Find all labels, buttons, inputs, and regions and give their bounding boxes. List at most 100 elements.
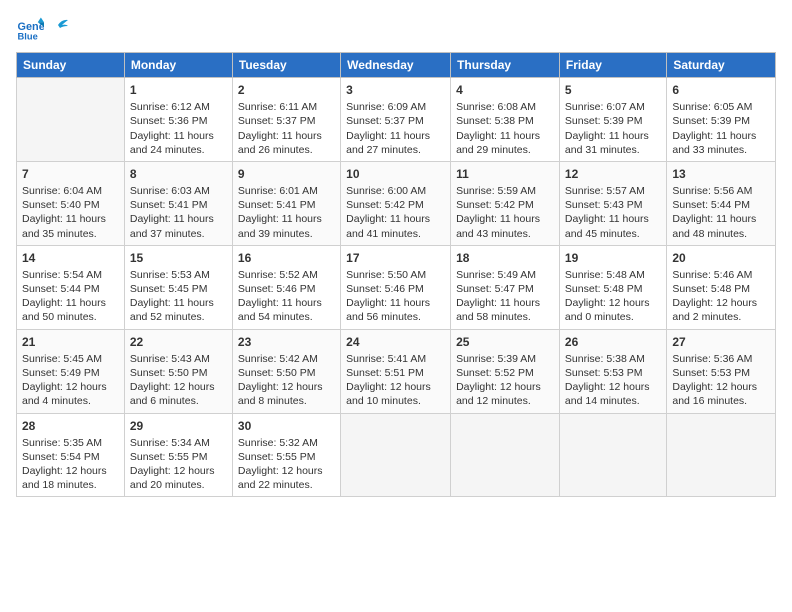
cell-info: Sunrise: 6:01 AM xyxy=(238,184,335,198)
cell-info: Sunset: 5:45 PM xyxy=(130,282,227,296)
calendar-cell: 14Sunrise: 5:54 AMSunset: 5:44 PMDayligh… xyxy=(17,245,125,329)
calendar-cell xyxy=(559,413,666,497)
calendar-cell xyxy=(341,413,451,497)
logo-icon: General Blue xyxy=(16,16,44,44)
cell-info: Sunrise: 5:49 AM xyxy=(456,268,554,282)
cell-info: Sunrise: 5:56 AM xyxy=(672,184,770,198)
cell-info: and 45 minutes. xyxy=(565,227,661,241)
cell-info: Daylight: 11 hours xyxy=(456,296,554,310)
cell-info: Daylight: 11 hours xyxy=(346,129,445,143)
cell-info: Daylight: 11 hours xyxy=(672,129,770,143)
calendar-week-row: 1Sunrise: 6:12 AMSunset: 5:36 PMDaylight… xyxy=(17,78,776,162)
cell-info: Sunset: 5:50 PM xyxy=(130,366,227,380)
cell-date: 4 xyxy=(456,82,554,98)
calendar-cell: 16Sunrise: 5:52 AMSunset: 5:46 PMDayligh… xyxy=(232,245,340,329)
day-header-monday: Monday xyxy=(124,53,232,78)
cell-info: Daylight: 12 hours xyxy=(130,380,227,394)
calendar-cell: 12Sunrise: 5:57 AMSunset: 5:43 PMDayligh… xyxy=(559,161,666,245)
cell-info: Sunset: 5:44 PM xyxy=(22,282,119,296)
cell-date: 30 xyxy=(238,418,335,434)
calendar-week-row: 14Sunrise: 5:54 AMSunset: 5:44 PMDayligh… xyxy=(17,245,776,329)
cell-info: Sunrise: 5:50 AM xyxy=(346,268,445,282)
calendar-cell: 4Sunrise: 6:08 AMSunset: 5:38 PMDaylight… xyxy=(451,78,560,162)
cell-date: 19 xyxy=(565,250,661,266)
cell-info: and 56 minutes. xyxy=(346,310,445,324)
cell-info: and 41 minutes. xyxy=(346,227,445,241)
cell-info: Sunrise: 5:59 AM xyxy=(456,184,554,198)
cell-info: Sunset: 5:47 PM xyxy=(456,282,554,296)
calendar-cell: 17Sunrise: 5:50 AMSunset: 5:46 PMDayligh… xyxy=(341,245,451,329)
calendar-cell: 21 Sunrise: 5:45 AMSunset: 5:49 PMDayligh… xyxy=(17,329,125,413)
cell-info: Sunset: 5:43 PM xyxy=(565,198,661,212)
cell-info: Sunset: 5:55 PM xyxy=(238,450,335,464)
cell-date: 15 xyxy=(130,250,227,266)
cell-date: 20 xyxy=(672,250,770,266)
cell-info: Sunset: 5:40 PM xyxy=(22,198,119,212)
cell-info: and 43 minutes. xyxy=(456,227,554,241)
cell-info: Daylight: 12 hours xyxy=(22,380,119,394)
cell-info: Sunset: 5:48 PM xyxy=(565,282,661,296)
cell-info: Sunset: 5:52 PM xyxy=(456,366,554,380)
calendar-cell: 20Sunrise: 5:46 AMSunset: 5:48 PMDayligh… xyxy=(667,245,776,329)
day-header-tuesday: Tuesday xyxy=(232,53,340,78)
cell-info: Sunset: 5:54 PM xyxy=(22,450,119,464)
calendar-cell: 27Sunrise: 5:36 AMSunset: 5:53 PMDayligh… xyxy=(667,329,776,413)
cell-info: Sunrise: 6:09 AM xyxy=(346,100,445,114)
cell-info: Daylight: 11 hours xyxy=(672,212,770,226)
cell-info: Daylight: 11 hours xyxy=(22,296,119,310)
cell-date: 24 xyxy=(346,334,445,350)
calendar-cell: 29Sunrise: 5:34 AMSunset: 5:55 PMDayligh… xyxy=(124,413,232,497)
cell-date: 27 xyxy=(672,334,770,350)
cell-date: 11 xyxy=(456,166,554,182)
cell-info: and 29 minutes. xyxy=(456,143,554,157)
logo: General Blue xyxy=(16,16,68,44)
cell-info: and 20 minutes. xyxy=(130,478,227,492)
cell-date: 6 xyxy=(672,82,770,98)
day-header-friday: Friday xyxy=(559,53,666,78)
cell-info: Sunrise: 5:41 AM xyxy=(346,352,445,366)
cell-date: 12 xyxy=(565,166,661,182)
cell-info: Sunset: 5:42 PM xyxy=(346,198,445,212)
calendar-table: SundayMondayTuesdayWednesdayThursdayFrid… xyxy=(16,52,776,497)
cell-info: Daylight: 11 hours xyxy=(130,129,227,143)
cell-info: Sunrise: 5:48 AM xyxy=(565,268,661,282)
calendar-week-row: 28Sunrise: 5:35 AMSunset: 5:54 PMDayligh… xyxy=(17,413,776,497)
cell-info: Daylight: 11 hours xyxy=(130,296,227,310)
day-header-sunday: Sunday xyxy=(17,53,125,78)
cell-info: and 0 minutes. xyxy=(565,310,661,324)
calendar-cell: 22Sunrise: 5:43 AMSunset: 5:50 PMDayligh… xyxy=(124,329,232,413)
logo-bird-icon xyxy=(48,15,68,35)
cell-info: and 37 minutes. xyxy=(130,227,227,241)
cell-date: 21 xyxy=(22,334,119,350)
cell-date: 26 xyxy=(565,334,661,350)
cell-info: and 58 minutes. xyxy=(456,310,554,324)
cell-info: Sunrise: 5:32 AM xyxy=(238,436,335,450)
cell-info: Daylight: 11 hours xyxy=(346,212,445,226)
cell-info: Daylight: 11 hours xyxy=(346,296,445,310)
cell-info: Daylight: 11 hours xyxy=(456,129,554,143)
cell-info: Sunrise: 6:00 AM xyxy=(346,184,445,198)
calendar-cell: 19Sunrise: 5:48 AMSunset: 5:48 PMDayligh… xyxy=(559,245,666,329)
cell-info: Sunset: 5:51 PM xyxy=(346,366,445,380)
cell-info: and 52 minutes. xyxy=(130,310,227,324)
cell-info: Sunset: 5:46 PM xyxy=(238,282,335,296)
page-header: General Blue xyxy=(16,16,776,44)
cell-info: Sunrise: 5:38 AM xyxy=(565,352,661,366)
cell-info: Sunset: 5:39 PM xyxy=(672,114,770,128)
cell-info: and 22 minutes. xyxy=(238,478,335,492)
calendar-cell xyxy=(17,78,125,162)
cell-date: 18 xyxy=(456,250,554,266)
cell-info: Sunset: 5:46 PM xyxy=(346,282,445,296)
cell-info: Sunset: 5:49 PM xyxy=(22,366,119,380)
calendar-cell: 7Sunrise: 6:04 AMSunset: 5:40 PMDaylight… xyxy=(17,161,125,245)
cell-info: and 12 minutes. xyxy=(456,394,554,408)
cell-info: and 31 minutes. xyxy=(565,143,661,157)
calendar-cell: 2Sunrise: 6:11 AMSunset: 5:37 PMDaylight… xyxy=(232,78,340,162)
cell-info: Sunrise: 5:45 AM xyxy=(22,352,119,366)
day-header-saturday: Saturday xyxy=(667,53,776,78)
cell-info: Sunrise: 5:53 AM xyxy=(130,268,227,282)
day-header-wednesday: Wednesday xyxy=(341,53,451,78)
calendar-cell: 11Sunrise: 5:59 AMSunset: 5:42 PMDayligh… xyxy=(451,161,560,245)
cell-info: Daylight: 12 hours xyxy=(672,380,770,394)
calendar-cell: 6Sunrise: 6:05 AMSunset: 5:39 PMDaylight… xyxy=(667,78,776,162)
